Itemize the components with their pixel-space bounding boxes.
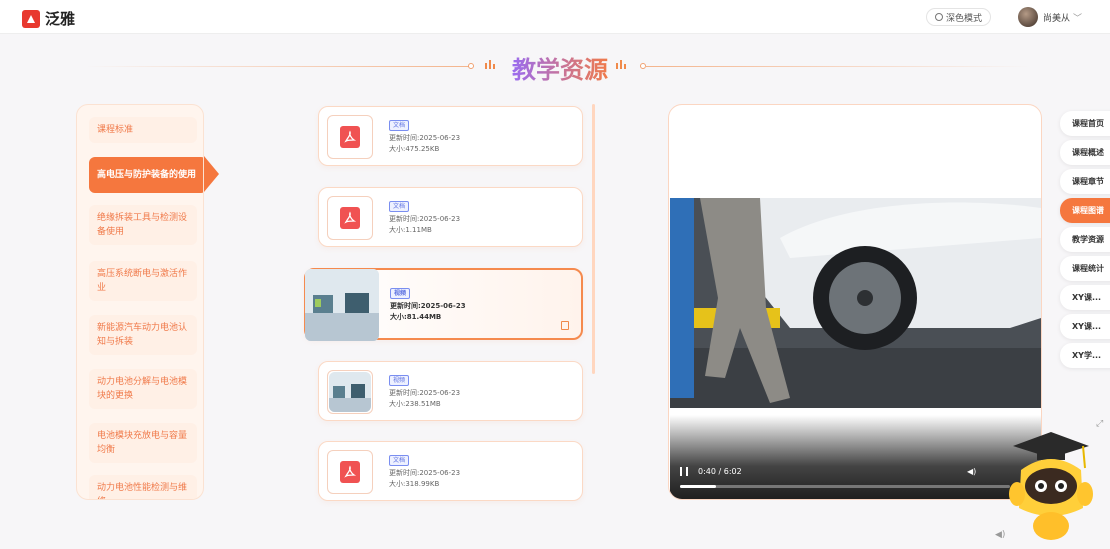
- resource-card[interactable]: 文档 更新时间:2025-06-23 大小:318.99KB: [318, 441, 583, 501]
- resource-thumb: [327, 370, 373, 414]
- page-title: 教学资源: [512, 50, 608, 85]
- logo-icon: [22, 9, 40, 28]
- video-progress-fill: [680, 485, 717, 488]
- chapter-list[interactable]: 课程标准 高电压与防护装备的使用 绝缘拆装工具与检测设备使用 高压系统断电与激活…: [76, 104, 204, 500]
- resource-size: 大小:238.51MB: [389, 400, 441, 408]
- title-divider-right: [645, 66, 1030, 67]
- app-logo[interactable]: 泛雅: [22, 8, 75, 29]
- chevron-down-icon: ﹀: [1073, 13, 1083, 24]
- nav-teaching-resources[interactable]: 教学资源: [1060, 227, 1110, 252]
- nav-xy-study[interactable]: XY学...: [1060, 343, 1110, 368]
- app-name: 泛雅: [45, 10, 76, 28]
- pause-icon[interactable]: [680, 467, 688, 476]
- resource-size: 大小:475.25KB: [389, 145, 440, 153]
- video-time: 0:40 / 6:02: [698, 467, 742, 476]
- resource-size: 大小:81.44MB: [390, 313, 442, 321]
- resource-card[interactable]: 文档 更新时间:2025-06-23 大小:475.25KB: [318, 106, 583, 166]
- resource-size: 大小:318.99KB: [389, 480, 440, 488]
- nav-course-stats[interactable]: 课程统计: [1060, 256, 1110, 281]
- title-dot-left: [468, 63, 474, 69]
- video-thumbnail: [329, 372, 371, 412]
- chapter-item[interactable]: 动力电池性能检测与维修: [89, 475, 197, 499]
- chapter-item[interactable]: 课程标准: [89, 117, 197, 143]
- dark-mode-toggle[interactable]: 深色模式: [926, 8, 992, 26]
- chapter-item[interactable]: 动力电池分解与电池模块的更换: [89, 369, 197, 409]
- resource-card-active[interactable]: 视频 更新时间:2025-06-23 大小:81.44MB: [304, 268, 583, 341]
- resource-updated: 更新时间:2025-06-23: [389, 469, 461, 477]
- active-chapter-arrow: [204, 156, 219, 192]
- avatar: [1018, 7, 1038, 27]
- nav-course-chapters[interactable]: 课程章节: [1060, 169, 1110, 194]
- nav-course-map[interactable]: 课程图谱: [1060, 198, 1110, 223]
- resource-type-badge: 视频: [390, 288, 411, 299]
- video-player[interactable]: 0:40 / 6:02 ◀): [668, 104, 1042, 500]
- document-icon[interactable]: [561, 321, 569, 330]
- chapter-item[interactable]: 电池模块充放电与容量均衡: [89, 423, 197, 463]
- top-bar: 泛雅 深色模式 尚美从 ﹀: [0, 0, 1110, 34]
- resource-thumb: [327, 115, 373, 159]
- pdf-icon: [340, 207, 360, 229]
- resource-type-badge: 视频: [389, 375, 410, 386]
- video-controls: 0:40 / 6:02 ◀): [670, 415, 1041, 499]
- resource-size: 大小:1.11MB: [389, 226, 432, 234]
- resource-updated: 更新时间:2025-06-23: [390, 302, 466, 310]
- bar-chart-icon-right: [615, 58, 629, 73]
- title-divider-left: [85, 66, 470, 67]
- user-menu[interactable]: 尚美从 ﹀: [1018, 7, 1082, 27]
- resource-updated: 更新时间:2025-06-23: [389, 389, 461, 397]
- chapter-item[interactable]: 高压系统断电与激活作业: [89, 261, 197, 301]
- chapter-item-active[interactable]: 高电压与防护装备的使用: [89, 157, 203, 193]
- user-name: 尚美从: [1043, 13, 1071, 24]
- dark-mode-label: 深色模式: [946, 13, 983, 24]
- video-frame[interactable]: [670, 198, 1041, 408]
- pdf-icon: [340, 461, 360, 483]
- resource-type-badge: 文档: [389, 201, 410, 212]
- nav-xy-course-1[interactable]: XY课...: [1060, 285, 1110, 310]
- resource-card[interactable]: 视频 更新时间:2025-06-23 大小:238.51MB: [318, 361, 583, 421]
- nav-course-home[interactable]: 课程首页: [1060, 111, 1110, 136]
- video-thumbnail: [305, 269, 379, 341]
- resource-type-badge: 文档: [389, 455, 410, 466]
- speaker-icon[interactable]: ◀): [995, 530, 1005, 540]
- assistant-mascot[interactable]: [1003, 428, 1099, 546]
- nav-xy-course-2[interactable]: XY课...: [1060, 314, 1110, 339]
- resource-thumb: [327, 450, 373, 494]
- chapter-item[interactable]: 绝缘拆装工具与检测设备使用: [89, 205, 197, 245]
- resource-updated: 更新时间:2025-06-23: [389, 215, 461, 223]
- moon-icon: [935, 13, 943, 21]
- resource-updated: 更新时间:2025-06-23: [389, 134, 461, 142]
- video-progress-bar[interactable]: [680, 485, 1010, 488]
- resource-card[interactable]: 文档 更新时间:2025-06-23 大小:1.11MB: [318, 187, 583, 247]
- bar-chart-icon-left: [484, 58, 498, 73]
- resource-scrollbar[interactable]: [592, 104, 595, 374]
- resource-thumb: [327, 196, 373, 240]
- resource-type-badge: 文档: [389, 120, 410, 131]
- nav-course-overview[interactable]: 课程概述: [1060, 140, 1110, 165]
- chapter-item[interactable]: 新能源汽车动力电池认知与拆装: [89, 315, 197, 355]
- pdf-icon: [340, 126, 360, 148]
- volume-icon[interactable]: ◀): [967, 467, 976, 476]
